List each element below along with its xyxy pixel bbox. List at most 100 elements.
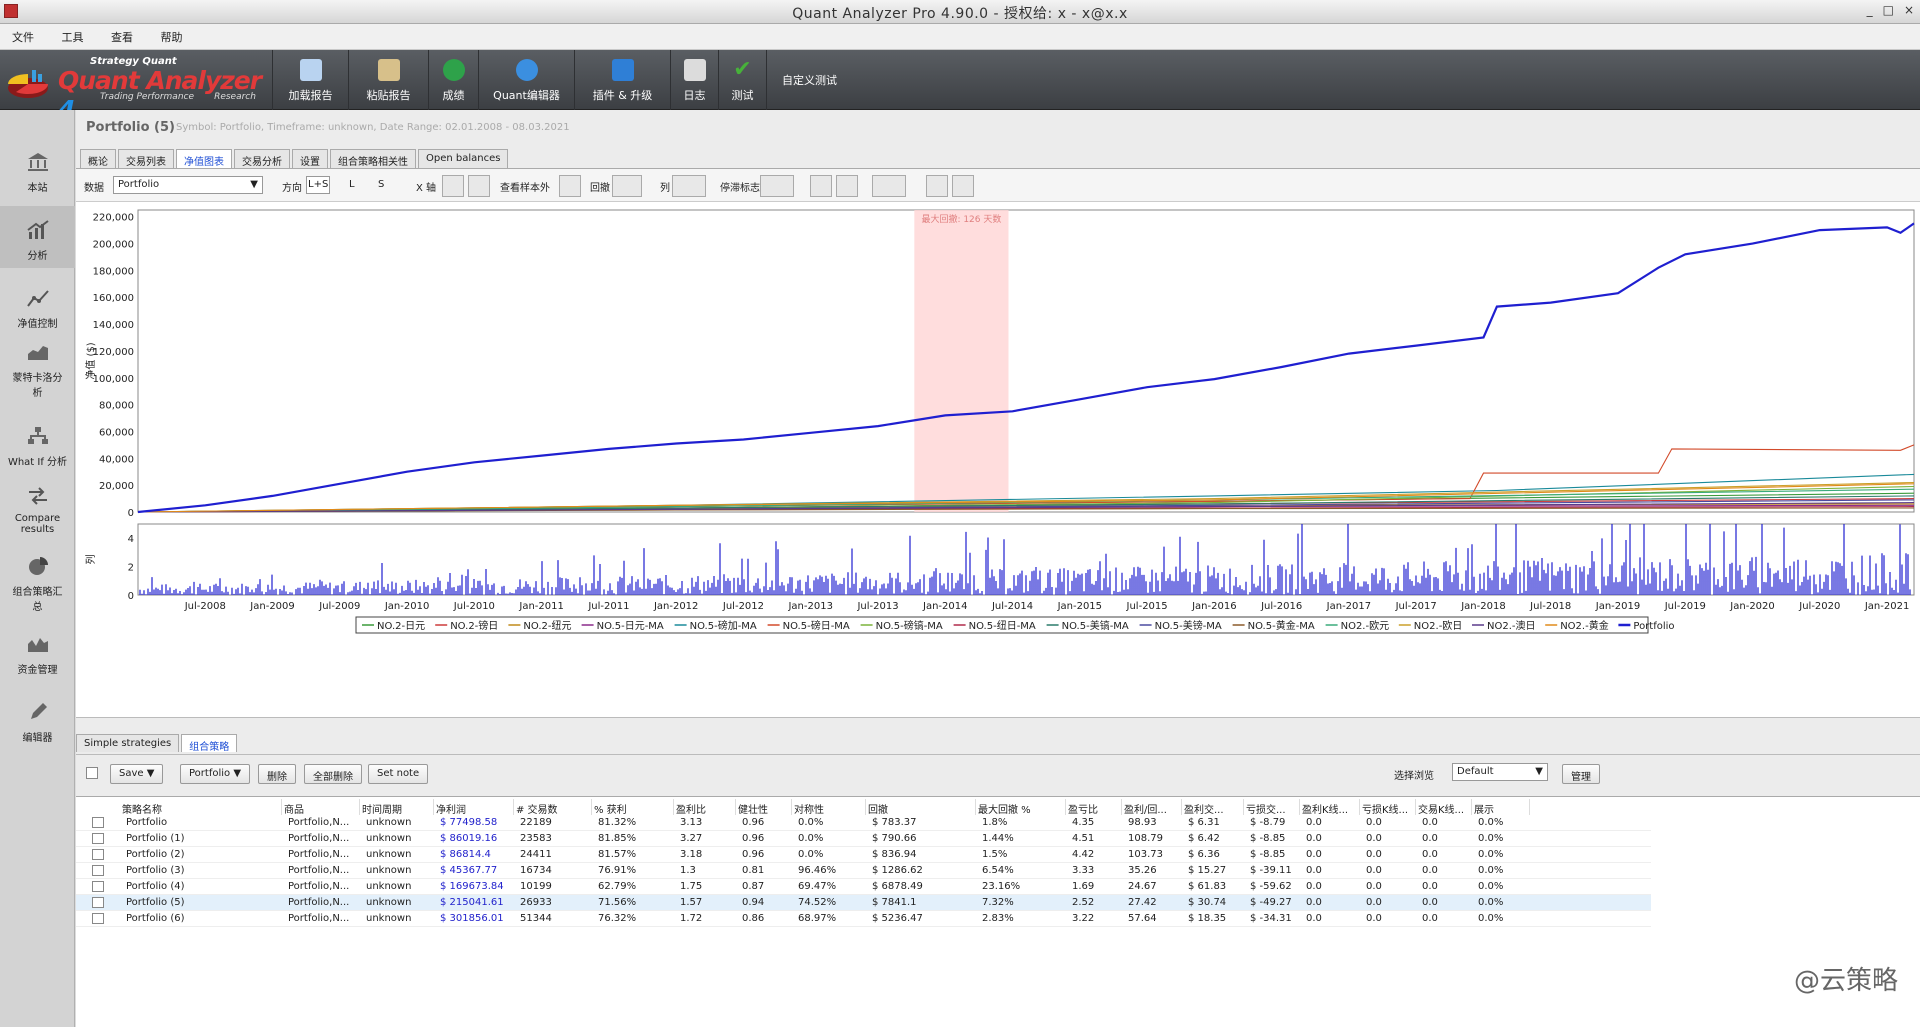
table-row[interactable]: Portfolio (1) Portfolio,N... unknown $ 8601… <box>76 831 1651 847</box>
table-cell: unknown <box>366 881 412 892</box>
table-row[interactable]: Portfolio (2) Portfolio,N... unknown $ 8681… <box>76 847 1651 863</box>
save-button[interactable]: Save ▼ <box>110 764 164 784</box>
tab-overview[interactable]: 概论 <box>80 149 116 168</box>
table-cell: $ -59.62 <box>1250 881 1292 892</box>
table-row[interactable]: Portfolio Portfolio,N... unknown $ 77498.58… <box>76 815 1651 831</box>
column-header[interactable]: 亏损交... <box>1246 799 1300 815</box>
tab-portfolio-strategies[interactable]: 组合策略 <box>181 734 238 753</box>
sidebar-item-whatif[interactable]: What If 分析 <box>0 426 75 468</box>
column-header[interactable]: 盈利比 <box>676 799 736 815</box>
chart-type-3-icon[interactable] <box>872 175 906 197</box>
row-checkbox[interactable] <box>92 913 104 924</box>
sidebar-item-equity-control[interactable]: 净值控制 <box>0 288 75 330</box>
column-header[interactable]: 对称性 <box>794 799 866 815</box>
close-button[interactable]: × <box>1904 3 1914 17</box>
column-header[interactable]: 净利润 <box>436 799 514 815</box>
row-checkbox[interactable] <box>92 817 104 828</box>
column-header[interactable]: 回撤 <box>868 799 976 815</box>
direction-short-button[interactable]: S <box>378 179 384 190</box>
chart-type-2-icon[interactable] <box>836 175 858 197</box>
drawdown-toggle-icon[interactable] <box>612 175 642 197</box>
minimize-button[interactable]: _ <box>1867 3 1873 17</box>
load-report-button[interactable]: 加载报告 <box>272 50 348 110</box>
column-header[interactable]: # 交易数 <box>516 799 592 815</box>
table-cell: $ 783.37 <box>872 817 917 828</box>
row-checkbox[interactable] <box>92 897 104 908</box>
tab-open-balances[interactable]: Open balances <box>418 149 509 168</box>
tab-simple-strategies[interactable]: Simple strategies <box>76 734 180 752</box>
direction-ls-button[interactable]: L+S <box>306 176 330 194</box>
results-button[interactable]: 成绩 <box>428 50 478 110</box>
col-auto-select[interactable] <box>672 175 706 197</box>
sidebar-item-portfolio-summary[interactable]: 组合策略汇 总 <box>0 556 75 613</box>
plugins-button[interactable]: 插件 & 升级 <box>574 50 670 110</box>
sidebar: 本站 分析 净值控制 蒙特卡洛分 析 What If 分析 Compare re… <box>0 110 75 1027</box>
column-header[interactable]: 最大回撤 % <box>978 799 1066 815</box>
view-select[interactable]: Default ▼ <box>1452 763 1548 781</box>
column-header[interactable]: 展示 <box>1474 799 1530 815</box>
chart-type-4-icon[interactable] <box>926 175 948 197</box>
sidebar-item-compare[interactable]: Compare results <box>0 486 75 535</box>
log-button[interactable]: 日志 <box>670 50 718 110</box>
table-cell: 35.26 <box>1128 865 1157 876</box>
row-checkbox[interactable] <box>92 865 104 876</box>
tab-trade-list[interactable]: 交易列表 <box>118 149 174 168</box>
column-header[interactable]: 盈利K线... <box>1302 799 1360 815</box>
tab-settings[interactable]: 设置 <box>292 149 328 168</box>
delete-button[interactable]: 删除 <box>258 764 296 784</box>
set-note-button[interactable]: Set note <box>368 764 429 784</box>
column-header[interactable]: 健壮性 <box>738 799 792 815</box>
menu-tools[interactable]: 工具 <box>50 24 96 45</box>
select-all-checkbox[interactable] <box>86 767 98 779</box>
table-row[interactable]: Portfolio (4) Portfolio,N... unknown $ 1696… <box>76 879 1651 895</box>
chart-type-1-icon[interactable] <box>810 175 832 197</box>
xaxis-time-icon[interactable] <box>468 175 490 197</box>
table-row[interactable]: Portfolio (6) Portfolio,N... unknown $ 3018… <box>76 911 1651 927</box>
test-button[interactable]: ✔ 测试 <box>718 50 766 110</box>
row-checkbox[interactable] <box>92 833 104 844</box>
column-header[interactable]: 亏损K线... <box>1362 799 1416 815</box>
delete-all-button[interactable]: 全部删除 <box>304 764 362 784</box>
column-header[interactable]: 盈亏比 <box>1068 799 1122 815</box>
table-row[interactable]: Portfolio (5) Portfolio,N... unknown $ 2150… <box>76 895 1651 911</box>
row-checkbox[interactable] <box>92 849 104 860</box>
tab-trade-analysis[interactable]: 交易分析 <box>234 149 290 168</box>
column-header[interactable]: 策略名称 <box>122 799 282 815</box>
quant-editor-button[interactable]: Quant编辑器 <box>478 50 574 110</box>
column-header[interactable]: % 获利 <box>594 799 674 815</box>
column-header[interactable]: 交易K线... <box>1418 799 1472 815</box>
column-header[interactable]: 盈利/回... <box>1124 799 1182 815</box>
menu-file[interactable]: 文件 <box>0 24 46 45</box>
table-cell: 0.0 <box>1422 817 1438 828</box>
tab-correlation[interactable]: 组合策略相关性 <box>330 149 416 168</box>
table-row[interactable]: Portfolio (3) Portfolio,N... unknown $ 4536… <box>76 863 1651 879</box>
direction-long-button[interactable]: L <box>349 179 355 190</box>
chart-type-5-icon[interactable] <box>952 175 974 197</box>
table-cell: $ 6.36 <box>1188 849 1220 860</box>
row-checkbox[interactable] <box>92 881 104 892</box>
sidebar-item-analysis[interactable]: 分析 <box>0 206 75 268</box>
menu-help[interactable]: 帮助 <box>149 24 195 45</box>
table-cell: unknown <box>366 865 412 876</box>
stagnation-select[interactable] <box>760 175 794 197</box>
portfolio-button[interactable]: Portfolio ▼ <box>180 764 251 784</box>
table-cell: 0.0 <box>1306 897 1322 908</box>
tab-equity-chart[interactable]: 净值图表 <box>176 149 232 168</box>
paste-report-button[interactable]: 粘贴报告 <box>348 50 428 110</box>
column-header[interactable]: 时间周期 <box>362 799 434 815</box>
oos-toggle-icon[interactable] <box>559 175 581 197</box>
xaxis-trades-icon[interactable] <box>442 175 464 197</box>
manage-button[interactable]: 管理 <box>1562 764 1600 784</box>
column-header[interactable]: 商品 <box>284 799 360 815</box>
menu-view[interactable]: 查看 <box>99 24 145 45</box>
sidebar-item-money-management[interactable]: 资金管理 <box>0 634 75 676</box>
custom-test-button[interactable]: 自定义测试 <box>766 50 852 110</box>
sidebar-item-editor[interactable]: 编辑器 <box>0 702 75 744</box>
sidebar-item-montecarlo[interactable]: 蒙特卡洛分 析 <box>0 342 75 399</box>
column-header[interactable]: 盈利交... <box>1184 799 1244 815</box>
direction-label: 方向 <box>282 183 302 194</box>
maximize-button[interactable]: □ <box>1883 3 1894 17</box>
y2-tick-label: 4 <box>128 534 134 545</box>
sidebar-item-home[interactable]: 本站 <box>0 152 75 194</box>
data-select[interactable]: Portfolio ▼ <box>113 176 263 194</box>
